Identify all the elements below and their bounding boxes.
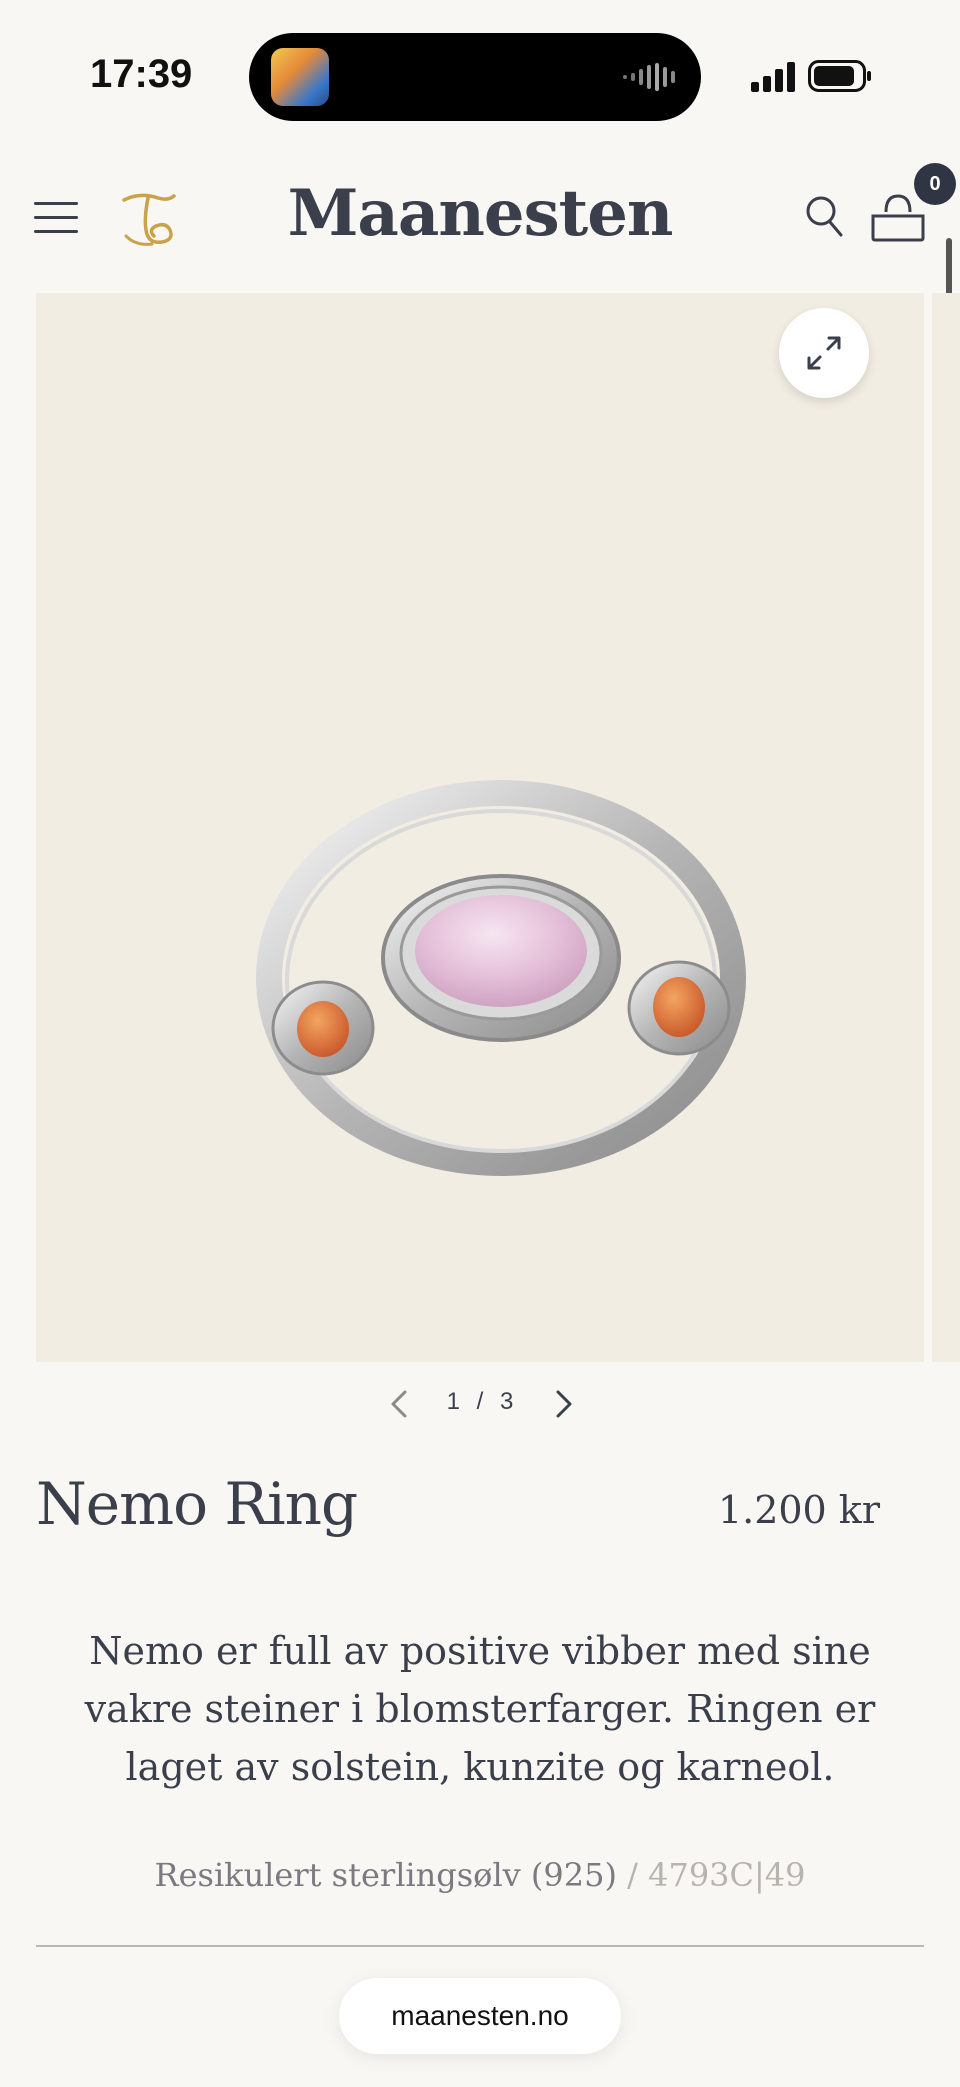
- product-sku: 4793C|49: [648, 1856, 806, 1894]
- audio-wave-icon: [623, 63, 675, 91]
- product-description: Nemo er full av positive vibber med sine…: [84, 1629, 876, 1789]
- status-time: 17:39: [90, 52, 193, 96]
- cart-count-badge[interactable]: 0: [914, 163, 956, 205]
- cart-icon[interactable]: [870, 192, 926, 244]
- pager-indicator: 1 / 3: [446, 1388, 514, 1415]
- cellular-signal-icon: [751, 62, 795, 92]
- product-meta: Resikulert sterlingsølv (925) / 4793C|49: [0, 1856, 960, 1894]
- product-material: Resikulert sterlingsølv (925): [154, 1856, 617, 1894]
- browser-url-pill[interactable]: maanesten.no: [339, 1978, 621, 2054]
- product-title: Nemo Ring: [36, 1470, 358, 1538]
- product-image-gallery[interactable]: [36, 293, 924, 1362]
- now-playing-thumbnail[interactable]: [271, 48, 329, 106]
- search-icon[interactable]: [805, 195, 845, 239]
- chevron-left-icon[interactable]: [385, 1388, 413, 1420]
- expand-image-button[interactable]: [779, 308, 869, 398]
- product-price: 1.200 kr: [717, 1488, 880, 1532]
- divider: [36, 1945, 924, 1947]
- expand-icon: [807, 336, 841, 370]
- meta-separator: /: [616, 1856, 649, 1894]
- product-image-ring: [256, 780, 746, 1176]
- gallery-pager: 1 / 3: [0, 1380, 960, 1428]
- battery-icon: [808, 60, 871, 92]
- next-image-peek[interactable]: [932, 293, 960, 1362]
- chevron-right-icon[interactable]: [550, 1388, 578, 1420]
- dynamic-island[interactable]: [249, 33, 701, 121]
